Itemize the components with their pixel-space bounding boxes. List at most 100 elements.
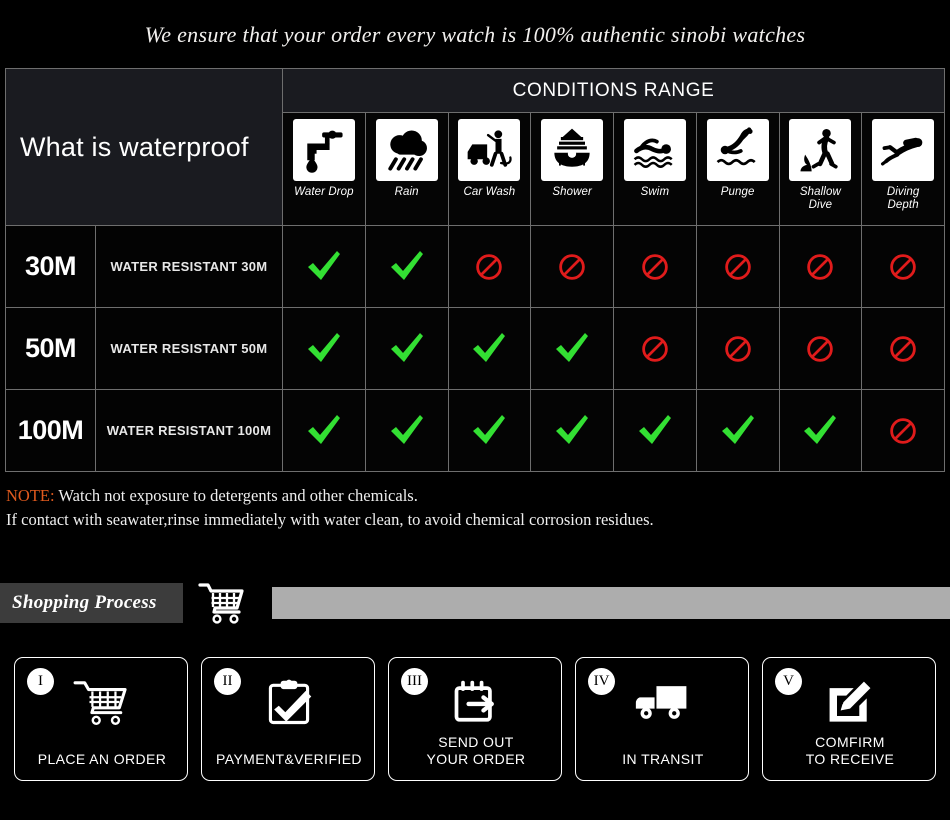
result-cell-100m-shallow-dive <box>779 390 863 471</box>
resistance-description-cell: WATER RESISTANT 30M <box>96 226 283 307</box>
table-title-label: What is waterproof <box>20 131 249 162</box>
result-cell-30m-car-wash <box>448 226 532 307</box>
prohibited-icon <box>890 417 916 444</box>
check-icon <box>638 414 671 444</box>
check-icon <box>390 414 423 444</box>
shower-bath-icon <box>541 119 604 181</box>
condition-label: Rain <box>394 186 419 198</box>
process-step-card[interactable]: IV IN TRANSIT <box>575 657 749 781</box>
result-cell-30m-diving-depth <box>862 226 944 307</box>
condition-column-water-drop: Water Drop <box>283 113 366 225</box>
check-icon <box>390 332 423 362</box>
prohibited-icon <box>642 253 668 280</box>
prohibited-icon <box>724 253 751 280</box>
page-title: We ensure that your order every watch is… <box>144 22 806 47</box>
check-icon <box>804 414 837 444</box>
condition-column-shallow-dive: Shallow Dive <box>779 113 863 225</box>
depth-rating-cell: 100M <box>6 390 96 471</box>
condition-column-punge: Punge <box>696 113 780 225</box>
result-cell-50m-shower <box>531 308 614 389</box>
table-row: 30M WATER RESISTANT 30M <box>6 225 944 307</box>
calendar-arrow-icon <box>389 672 563 734</box>
result-cell-100m-diving-depth <box>862 390 944 471</box>
shopping-process-progress-bar <box>272 587 950 619</box>
table-body: 30M WATER RESISTANT 30M 50M WATER RESISTAN… <box>6 225 944 471</box>
condition-columns: Water Drop Rain Car Wash Shower Swim Pun… <box>283 113 944 225</box>
check-icon <box>556 332 589 362</box>
prohibited-icon <box>642 335 668 362</box>
prohibited-icon <box>890 335 916 362</box>
swimmer-icon <box>623 119 686 181</box>
prohibited-icon <box>476 253 503 280</box>
result-cell-50m-water-drop <box>283 308 366 389</box>
step-label: COMFIRM TO RECEIVE <box>805 734 895 767</box>
shopping-steps: I PLACE AN ORDER II PAYMENT&VERIFIED III S… <box>14 657 936 781</box>
prohibited-icon <box>559 253 585 280</box>
prohibited-icon <box>807 253 834 280</box>
car-wash-icon <box>458 119 521 181</box>
condition-column-swim: Swim <box>614 113 697 225</box>
condition-label: Diving Depth <box>886 186 920 211</box>
result-cell-100m-water-drop <box>283 390 366 471</box>
table-row: 50M WATER RESISTANT 50M <box>6 307 944 389</box>
water-drop-icon <box>292 119 355 181</box>
prohibited-icon <box>890 253 916 280</box>
clipboard-check-icon <box>202 672 376 734</box>
condition-label: Shallow Dive <box>799 186 841 211</box>
check-icon <box>473 332 506 362</box>
check-icon <box>473 414 506 444</box>
check-icon <box>307 414 340 444</box>
result-cell-30m-swim <box>614 226 697 307</box>
plunge-dive-icon <box>706 119 769 181</box>
result-cell-50m-shallow-dive <box>779 308 863 389</box>
shallow-dive-icon <box>789 119 852 181</box>
prohibited-icon <box>807 335 834 362</box>
depth-rating-cell: 30M <box>6 226 96 307</box>
condition-label: Shower <box>552 186 592 198</box>
result-cell-30m-water-drop <box>283 226 366 307</box>
step-label: IN TRANSIT <box>622 751 704 767</box>
result-cell-50m-punge <box>696 308 780 389</box>
waterproof-table: What is waterproof CONDITIONS RANGE Wate… <box>5 68 945 472</box>
check-icon <box>556 414 589 444</box>
result-cell-30m-rain <box>365 226 449 307</box>
process-step-card[interactable]: I PLACE AN ORDER <box>14 657 188 781</box>
step-label: PAYMENT&VERIFIED <box>216 751 362 767</box>
result-cell-50m-swim <box>614 308 697 389</box>
result-cell-50m-car-wash <box>448 308 532 389</box>
table-title-cell: What is waterproof <box>6 69 283 225</box>
note-keyword: NOTE: <box>6 486 55 505</box>
condition-label: Water Drop <box>294 186 354 198</box>
prohibited-icon <box>724 335 751 362</box>
result-cell-50m-diving-depth <box>862 308 944 389</box>
shopping-cart-icon <box>196 579 250 627</box>
process-step-card[interactable]: II PAYMENT&VERIFIED <box>201 657 375 781</box>
condition-column-shower: Shower <box>531 113 614 225</box>
delivery-truck-icon <box>576 672 750 734</box>
table-row: 100M WATER RESISTANT 100M <box>6 389 944 471</box>
depth-rating-cell: 50M <box>6 308 96 389</box>
check-icon <box>390 250 423 280</box>
result-cell-50m-rain <box>365 308 449 389</box>
result-cell-30m-shower <box>531 226 614 307</box>
result-cell-30m-punge <box>696 226 780 307</box>
shopping-process-label: Shopping Process <box>12 592 157 613</box>
process-step-card[interactable]: V COMFIRM TO RECEIVE <box>762 657 936 781</box>
condition-column-diving-depth: Diving Depth <box>862 113 944 225</box>
condition-label: Car Wash <box>463 186 516 198</box>
result-cell-100m-car-wash <box>448 390 532 471</box>
check-icon <box>721 414 754 444</box>
process-step-card[interactable]: III SEND OUT YOUR ORDER <box>388 657 562 781</box>
result-cell-100m-swim <box>614 390 697 471</box>
check-icon <box>307 332 340 362</box>
resistance-description-cell: WATER RESISTANT 50M <box>96 308 283 389</box>
conditions-range-label: CONDITIONS RANGE <box>283 69 944 113</box>
step-label: SEND OUT YOUR ORDER <box>426 734 526 767</box>
note-line-1: NOTE: Watch not exposure to detergents a… <box>6 484 936 508</box>
sign-document-icon <box>763 672 937 734</box>
result-cell-30m-shallow-dive <box>779 226 863 307</box>
shopping-process-bar: Shopping Process <box>0 583 950 624</box>
note-block: NOTE: Watch not exposure to detergents a… <box>6 484 936 532</box>
rain-cloud-icon <box>375 119 438 181</box>
shopping-process-tag: Shopping Process <box>0 583 183 623</box>
